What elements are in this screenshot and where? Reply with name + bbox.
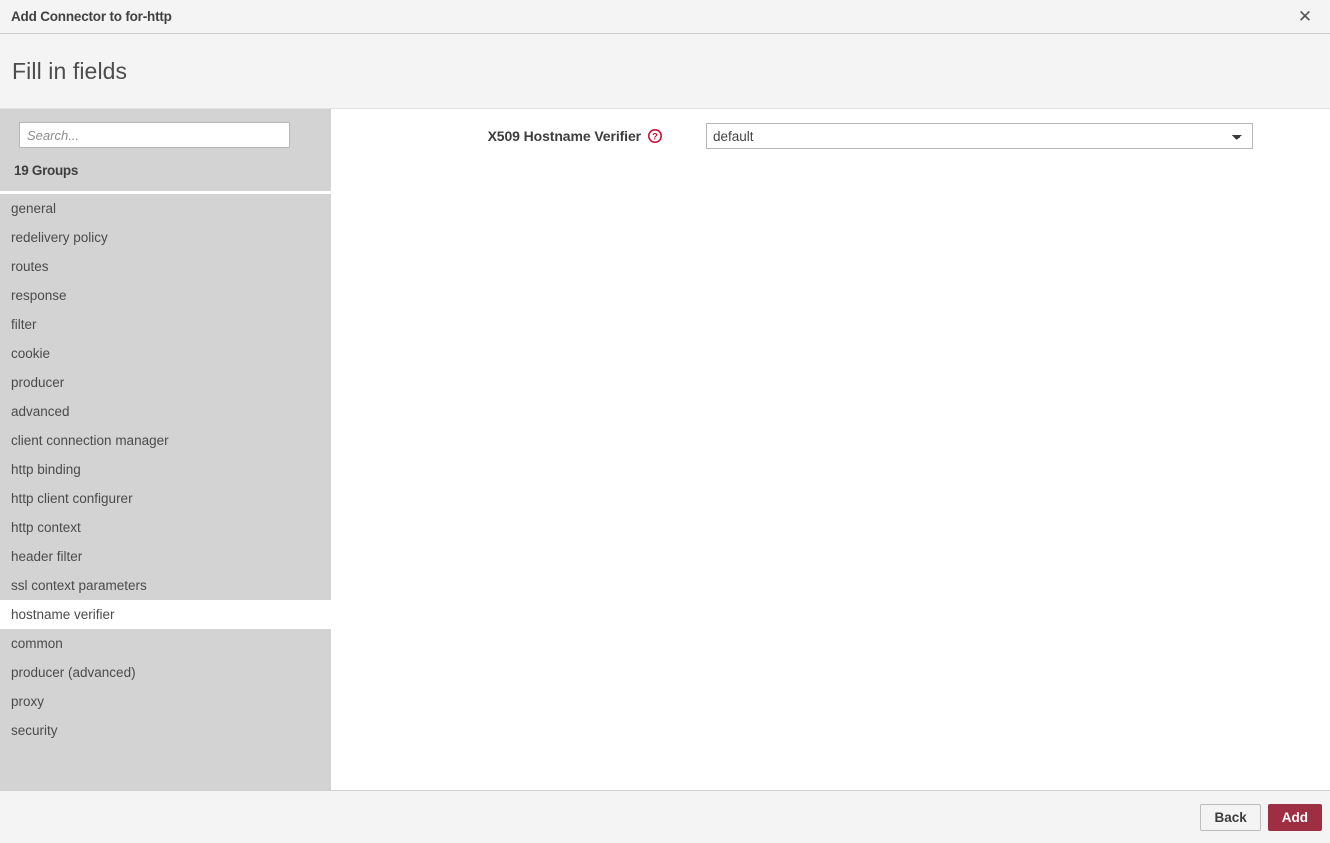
sidebar-item-cookie[interactable]: cookie	[0, 339, 331, 368]
groups-sidebar-header: 19 Groups	[0, 109, 331, 191]
fields-form: X509 Hostname Verifier ? default	[331, 109, 1330, 790]
back-button[interactable]: Back	[1200, 803, 1261, 831]
groups-count-label: 19 Groups	[14, 163, 79, 178]
add-connector-dialog: Add Connector to for-http ✕ Fill in fiel…	[0, 0, 1330, 843]
dialog-body: 19 Groups generalredelivery policyroutes…	[0, 109, 1330, 792]
sidebar-item-security[interactable]: security	[0, 716, 331, 745]
search-container	[0, 122, 331, 148]
sidebar-item-http-binding[interactable]: http binding	[0, 455, 331, 484]
search-input[interactable]	[19, 122, 290, 148]
field-label-container: X509 Hostname Verifier ?	[331, 128, 662, 144]
add-button[interactable]: Add	[1267, 803, 1322, 831]
groups-sidebar: 19 Groups generalredelivery policyroutes…	[0, 109, 331, 792]
sidebar-item-header-filter[interactable]: header filter	[0, 542, 331, 571]
dialog-titlebar: Add Connector to for-http ✕	[0, 0, 1330, 34]
sidebar-item-common[interactable]: common	[0, 629, 331, 658]
page-title: Fill in fields	[12, 57, 128, 84]
sidebar-item-hostname-verifier[interactable]: hostname verifier	[0, 600, 331, 629]
wizard-step-header: Fill in fields	[0, 34, 1330, 109]
field-label-x509-hostname-verifier: X509 Hostname Verifier	[487, 128, 642, 144]
sidebar-item-client-connection-manager[interactable]: client connection manager	[0, 426, 331, 455]
x509-hostname-verifier-select[interactable]: default	[706, 123, 1253, 149]
sidebar-item-filter[interactable]: filter	[0, 310, 331, 339]
sidebar-item-advanced[interactable]: advanced	[0, 397, 331, 426]
sidebar-item-routes[interactable]: routes	[0, 252, 331, 281]
sidebar-item-proxy[interactable]: proxy	[0, 687, 331, 716]
sidebar-item-producer[interactable]: producer	[0, 368, 331, 397]
sidebar-item-producer-advanced-[interactable]: producer (advanced)	[0, 658, 331, 687]
sidebar-item-http-context[interactable]: http context	[0, 513, 331, 542]
svg-text:?: ?	[652, 131, 657, 141]
sidebar-item-general[interactable]: general	[0, 194, 331, 223]
groups-list: general redelivery policy routes response fi…	[0, 191, 331, 792]
field-row-x509-hostname-verifier: X509 Hostname Verifier ? default	[331, 123, 1330, 149]
sidebar-item-response[interactable]: response	[0, 281, 331, 310]
close-icon[interactable]: ✕	[1288, 0, 1322, 33]
field-control-container: default	[706, 123, 1253, 149]
sidebar-item-redelivery-policy[interactable]: redelivery policy	[0, 223, 331, 252]
dialog-title: Add Connector to for-http	[11, 9, 172, 24]
help-circle-icon[interactable]: ?	[648, 129, 662, 143]
sidebar-item-http-client-configurer[interactable]: http client configurer	[0, 484, 331, 513]
sidebar-item-ssl-context-parameters[interactable]: ssl context parameters	[0, 571, 331, 600]
dialog-footer: Back Add	[0, 790, 1330, 843]
